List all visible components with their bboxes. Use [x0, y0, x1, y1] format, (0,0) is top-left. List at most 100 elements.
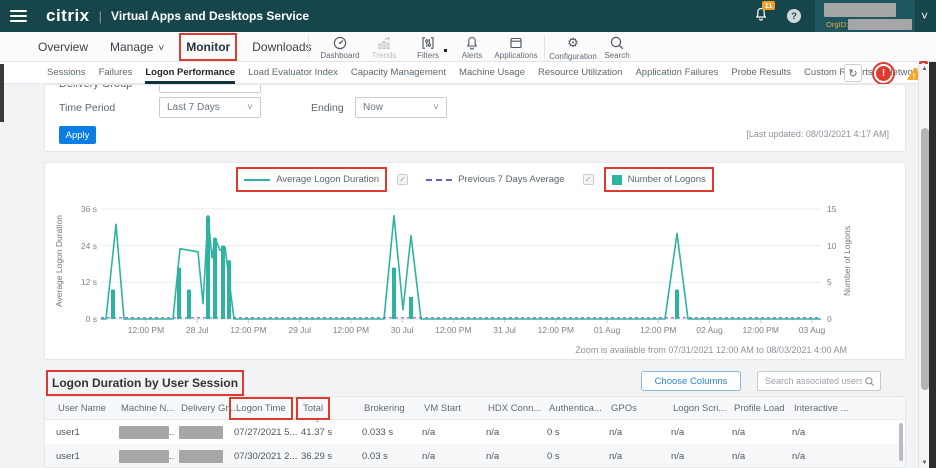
table-title: Logon Duration by User Session [52, 376, 238, 390]
nav-item-downloads[interactable]: Downloads [252, 40, 311, 54]
x-tick: 12:00 PM [633, 325, 683, 335]
col-header-logon-time[interactable]: Logon Time [234, 402, 301, 415]
delivery-group-label: Delivery Group [59, 84, 132, 90]
col-header-interactive[interactable]: Interactive ... [792, 402, 905, 415]
choose-columns-button[interactable]: Choose Columns [641, 371, 741, 391]
subnav-item-load-evaluator-index[interactable]: Load Evaluator Index [248, 63, 338, 84]
table-cell: 36.29 s [301, 451, 362, 462]
subnav-item-application-failures[interactable]: Application Failures [635, 63, 718, 84]
col-header-total[interactable]: Total↓ [301, 402, 362, 415]
col-header-brokering[interactable]: Brokering [362, 402, 422, 415]
table-row[interactable]: user1..07/27/2021 5...41.37 s0.033 sn/an… [45, 420, 905, 444]
legend-item-previous-7-days-average[interactable]: Previous 7 Days Average [423, 172, 568, 187]
page-scrollbar[interactable]: ▲ ▼ [918, 64, 929, 468]
legend-checkbox[interactable]: ✓ [397, 174, 408, 185]
legend-checkbox[interactable]: ✓ [583, 174, 594, 185]
nav-item-manage[interactable]: Manage˅ [110, 40, 164, 54]
subnav-item-probe-results[interactable]: Probe Results [731, 63, 791, 84]
brand-divider: | [99, 9, 102, 24]
x-tick: 12:00 PM [736, 325, 786, 335]
tool-configuration[interactable]: ⚙Configuration [551, 34, 595, 61]
left-tick: 36 s [63, 204, 97, 214]
account-panel[interactable]: OrgID: [815, 0, 915, 32]
col-header-user-name[interactable]: User Name [56, 402, 119, 415]
logon-chart-plot[interactable] [101, 203, 821, 325]
x-tick: 12:00 PM [121, 325, 171, 335]
subnav-item-capacity-management[interactable]: Capacity Management [351, 63, 446, 84]
x-tick: 03 Aug [787, 325, 837, 335]
tool-filters[interactable]: Filters [406, 35, 450, 60]
subnav-item-failures[interactable]: Failures [99, 63, 133, 84]
subnav-item-machine-usage[interactable]: Machine Usage [459, 63, 525, 84]
col-header-gpos[interactable]: GPOs [609, 402, 671, 415]
subnav-item-logon-performance[interactable]: Logon Performance [145, 63, 235, 84]
org-id-label: OrgID: [826, 20, 848, 29]
tool-label: Filters [417, 51, 439, 60]
table-row[interactable]: user1..07/30/2021 2...36.29 s0.03 sn/an/… [45, 444, 905, 468]
nav-divider [544, 36, 545, 58]
nav-item-overview[interactable]: Overview [38, 40, 88, 54]
x-tick: 12:00 PM [326, 325, 376, 335]
nav-item-monitor[interactable]: Monitor [186, 40, 230, 54]
table-cell: 07/27/2021 5... [234, 427, 301, 438]
col-header-machine-n[interactable]: Machine N... [119, 402, 179, 415]
top-bar: citrix | Virtual Apps and Desktops Servi… [0, 0, 936, 32]
gauge-icon [332, 35, 348, 51]
x-tick: 28 Jul [172, 325, 222, 335]
hamburger-menu-icon[interactable] [0, 0, 38, 32]
time-period-label: Time Period [59, 102, 115, 114]
table-cell: n/a [671, 451, 732, 462]
tool-label: Dashboard [320, 51, 359, 60]
search-users-box[interactable] [757, 371, 881, 391]
nav-divider [308, 36, 309, 58]
tool-label: Alerts [462, 51, 482, 60]
scrollbar-thumb[interactable] [921, 128, 929, 390]
left-tick: 12 s [63, 277, 97, 287]
help-button[interactable]: ? [787, 9, 801, 23]
table-cell: n/a [609, 451, 671, 462]
table-cell: 41.37 s [301, 427, 362, 438]
filter-panel: Delivery Group Time Period Last 7 Days˅ … [44, 84, 906, 152]
time-period-dropdown[interactable]: Last 7 Days˅ [159, 97, 261, 118]
table-cell: user1 [56, 451, 119, 462]
table-cell: n/a [486, 451, 547, 462]
account-chevron-down-icon[interactable]: ˅ [921, 10, 928, 22]
citrix-logo: citrix [46, 6, 90, 26]
legend-swatch-square [612, 175, 622, 185]
col-header-authentica[interactable]: Authentica... [547, 402, 609, 415]
col-header-profile-load[interactable]: Profile Load [732, 402, 792, 415]
col-header-hdx-conn[interactable]: HDX Conn... [486, 402, 547, 415]
table-cell: 07/30/2021 2... [234, 451, 301, 462]
legend-item-average-logon-duration[interactable]: Average Logon Duration [241, 172, 382, 187]
refresh-button[interactable]: ↻ [844, 64, 862, 82]
tool-search[interactable]: Search [595, 35, 639, 60]
tool-applications[interactable]: Applications [494, 35, 538, 60]
x-tick: 12:00 PM [223, 325, 273, 335]
main-nav: Overview Manage˅ Monitor Downloads Dashboar… [0, 32, 936, 62]
delivery-group-dropdown[interactable] [159, 84, 261, 93]
tool-dashboard[interactable]: Dashboard [318, 35, 362, 60]
col-header-vm-start[interactable]: VM Start [422, 402, 486, 415]
logon-duration-table: User NameMachine N...Delivery Gr...Logon… [44, 396, 906, 468]
subnav-item-sessions[interactable]: Sessions [47, 63, 86, 84]
ending-dropdown[interactable]: Now˅ [355, 97, 447, 118]
tool-label: Applications [494, 51, 537, 60]
search-icon [864, 376, 875, 387]
tool-alerts[interactable]: Alerts [450, 35, 494, 60]
trends-icon [376, 35, 392, 51]
apply-button[interactable]: Apply [59, 126, 96, 144]
table-scrollbar[interactable] [899, 423, 903, 461]
right-tick: 5 [827, 277, 861, 287]
table-cell: n/a [792, 427, 905, 438]
error-alert-icon[interactable]: ! [876, 66, 891, 81]
subnav-item-resource-utilization[interactable]: Resource Utilization [538, 63, 622, 84]
table-cell: 0.03 s [362, 451, 422, 462]
right-tick: 10 [827, 241, 861, 251]
notifications-button[interactable]: 11 [753, 6, 769, 27]
filters-menu-dot [444, 49, 447, 52]
col-header-delivery-gr[interactable]: Delivery Gr... [179, 402, 234, 415]
search-users-input[interactable] [763, 375, 864, 387]
col-header-logon-scri[interactable]: Logon Scri... [671, 402, 732, 415]
sort-descending-icon: ↓ [315, 415, 319, 424]
legend-item-number-of-logons[interactable]: Number of Logons [609, 172, 709, 187]
